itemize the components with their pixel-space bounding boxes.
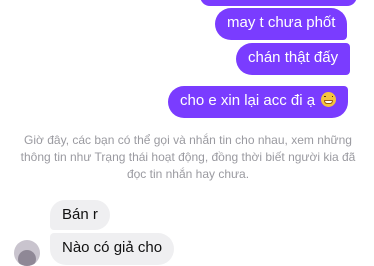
sent-message-bubble[interactable]: chán thật đấy bbox=[236, 43, 351, 75]
message-text: Bán r bbox=[62, 206, 98, 223]
sent-message-bubble[interactable]: cho e xin lại acc đi ạ bbox=[168, 86, 349, 118]
message-text: Nào có giả cho bbox=[62, 239, 163, 256]
avatar[interactable] bbox=[14, 240, 40, 266]
sent-message-bubble[interactable] bbox=[200, 0, 357, 6]
message-text: cho e xin lại acc đi ạ bbox=[180, 92, 316, 109]
received-message-bubble[interactable]: Bán r bbox=[50, 200, 110, 230]
privacy-notice: Giờ đây, các bạn có thể gọi và nhắn tin … bbox=[18, 132, 358, 183]
message-text: chán thật đấy bbox=[248, 49, 339, 66]
message-text: may t chưa phốt bbox=[227, 14, 336, 31]
grinning-face-emoji-icon bbox=[321, 92, 337, 107]
sent-message-bubble[interactable]: may t chưa phốt bbox=[215, 8, 348, 40]
notice-text: Giờ đây, các bạn có thể gọi và nhắn tin … bbox=[20, 133, 356, 181]
received-message-bubble[interactable]: Nào có giả cho bbox=[50, 233, 175, 265]
